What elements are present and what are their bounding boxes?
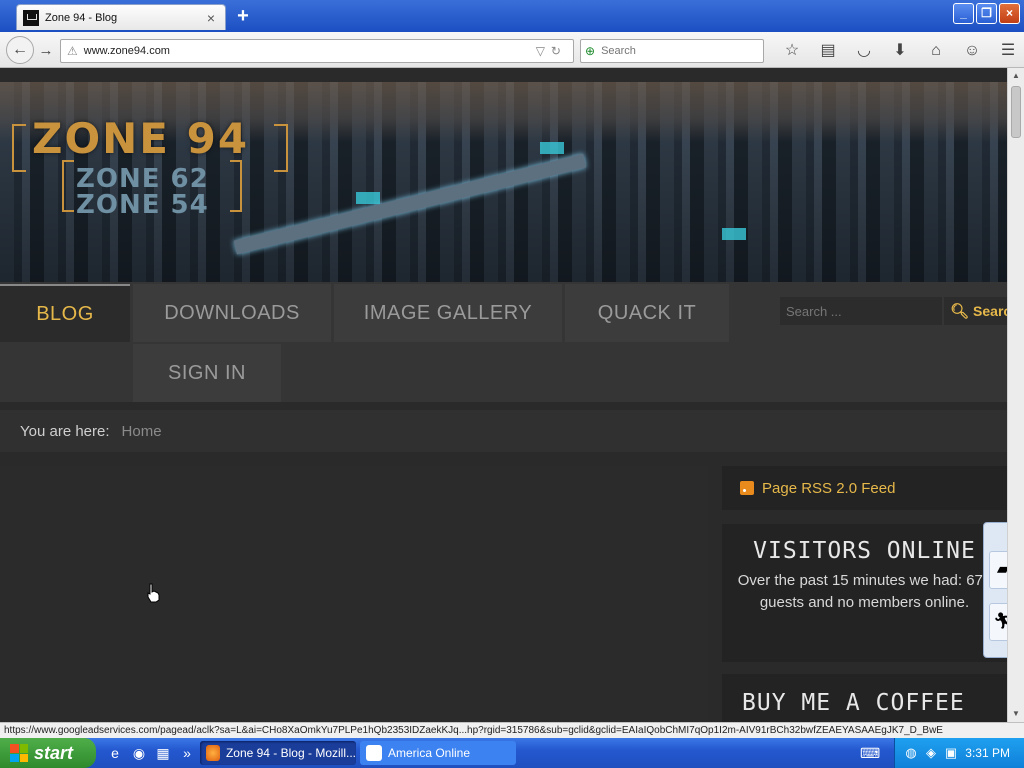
close-window-button[interactable]: × xyxy=(999,3,1020,24)
back-button[interactable]: ← xyxy=(6,36,34,64)
logo-bracket xyxy=(274,124,288,172)
visitors-title: VISITORS ONLINE xyxy=(753,538,976,564)
task-label: America Online xyxy=(388,746,471,760)
task-firefox[interactable]: Zone 94 - Blog - Mozill... xyxy=(200,741,356,765)
hand-cursor-icon xyxy=(147,583,160,603)
main-menu: BLOG DOWNLOADS IMAGE GALLERY QUACK IT SI… xyxy=(0,282,1007,402)
visitors-text: Over the past 15 minutes we had: 679 gue… xyxy=(737,572,992,611)
quick-launch: e ◉ ▦ » xyxy=(106,744,196,762)
scroll-up-arrow-icon[interactable]: ▲ xyxy=(1008,68,1024,84)
clock: 3:31 PM xyxy=(965,746,1010,760)
windows-taskbar: start e ◉ ▦ » Zone 94 - Blog - Mozill...… xyxy=(0,738,1024,768)
network-icon[interactable]: ◍ xyxy=(903,745,919,761)
logo-bracket xyxy=(62,160,74,212)
status-bar-url: https://www.googleadservices.com/pagead/… xyxy=(0,722,1024,738)
scroll-down-arrow-icon[interactable]: ▼ xyxy=(1008,706,1024,722)
browser-tab[interactable]: Zone 94 - Blog × xyxy=(16,4,226,30)
menu-item-downloads[interactable]: DOWNLOADS xyxy=(133,284,331,342)
new-tab-button[interactable]: + xyxy=(232,6,254,28)
tab-close-icon[interactable]: × xyxy=(203,10,219,26)
security-icon[interactable]: ◈ xyxy=(923,745,939,761)
site-search-button[interactable]: 🔍︎ Search xyxy=(944,297,1007,325)
pocket-icon[interactable]: ◡ xyxy=(846,40,882,62)
chat-icon[interactable]: ☺ xyxy=(954,40,990,62)
windows-flag-icon xyxy=(10,744,28,762)
download-icon[interactable]: ⬇ xyxy=(882,40,918,62)
navigation-toolbar: ← → ⚠ www.zone94.com ▽↻ ⊕ ☆ ▤ ◡ ⬇ ⌂ ☺ ☰ xyxy=(0,32,1024,68)
banner-light xyxy=(722,228,746,240)
minimize-button[interactable]: _ xyxy=(953,3,974,24)
site-banner: ZONE 94 ZONE 62 ZONE 54 xyxy=(0,82,1007,282)
site-search-button-label: Search xyxy=(973,303,1007,319)
logo-bracket xyxy=(230,160,242,212)
breadcrumb-home[interactable]: Home xyxy=(122,423,162,440)
task-label: Zone 94 - Blog - Mozill... xyxy=(225,746,356,760)
menu-hamburger-icon[interactable]: ☰ xyxy=(990,40,1024,62)
logo-sub-text: ZONE 54 xyxy=(76,190,209,220)
sidebar: Page RSS 2.0 Feed VISITORS ONLINE Over t… xyxy=(722,466,1007,722)
firefox-icon[interactable]: ◉ xyxy=(130,744,148,762)
main-content-area xyxy=(0,466,708,722)
breadcrumb: You are here: Home xyxy=(0,410,1007,452)
rss-feed-link[interactable]: Page RSS 2.0 Feed xyxy=(722,466,1007,510)
window-controls: _ ❐ × xyxy=(953,3,1020,24)
firefox-icon xyxy=(206,745,220,761)
toolbar-icons: ☆ ▤ ◡ ⬇ ⌂ ☺ ☰ xyxy=(774,40,1024,62)
start-button[interactable]: start xyxy=(0,738,96,768)
media-icon[interactable]: ▦ xyxy=(154,744,172,762)
warning-icon: ⚠ xyxy=(67,44,78,58)
site-logo[interactable]: ZONE 94 ZONE 62 ZONE 54 xyxy=(12,102,290,262)
menu-item-image-gallery[interactable]: IMAGE GALLERY xyxy=(334,284,562,342)
menu-item-quack-it[interactable]: QUACK IT xyxy=(565,284,729,342)
scrollbar-thumb[interactable] xyxy=(1011,86,1021,138)
reading-list-icon[interactable]: ▤ xyxy=(810,40,846,62)
start-label: start xyxy=(34,742,74,763)
web-page: ZONE 94 ZONE 62 ZONE 54 BLOG DOWNLOADS I… xyxy=(0,68,1007,722)
home-icon[interactable]: ⌂ xyxy=(918,40,954,62)
address-bar[interactable]: ⚠ www.zone94.com ▽↻ xyxy=(60,39,574,63)
banner-light xyxy=(356,192,380,204)
rss-icon xyxy=(740,481,754,495)
breadcrumb-label: You are here: xyxy=(20,422,110,440)
tab-title: Zone 94 - Blog xyxy=(45,11,118,24)
system-tray: ◍ ◈ ▣ 3:31 PM xyxy=(894,738,1024,768)
url-text: www.zone94.com xyxy=(83,45,170,57)
site-search-input[interactable] xyxy=(780,297,942,325)
task-aol[interactable]: America Online xyxy=(360,741,516,765)
coffee-title: BUY ME A COFFEE xyxy=(742,690,965,716)
browser-search-box[interactable]: ⊕ xyxy=(580,39,764,63)
aol-icon xyxy=(366,745,382,761)
page-scrollbar[interactable]: ▲ ▼ xyxy=(1007,68,1024,722)
keyboard-icon[interactable]: ⌨ xyxy=(860,745,880,761)
ie-icon[interactable]: e xyxy=(106,744,124,762)
search-engine-icon[interactable]: ⊕ xyxy=(585,44,595,58)
search-icon: 🔍︎ xyxy=(950,303,970,320)
forward-button[interactable]: → xyxy=(36,41,56,61)
menu-item-sign-in[interactable]: SIGN IN xyxy=(133,344,281,402)
aol-tray-icon[interactable]: ▣ xyxy=(943,745,959,761)
logo-main-text: ZONE 94 xyxy=(32,114,250,163)
menu-item-blog[interactable]: BLOG xyxy=(0,284,130,342)
logo-bracket xyxy=(12,124,26,172)
browser-search-input[interactable] xyxy=(599,44,750,58)
visitors-online-module: VISITORS ONLINE Over the past 15 minutes… xyxy=(722,524,1007,662)
banner-light xyxy=(540,142,564,154)
site-favicon-icon xyxy=(23,9,39,26)
rss-feed-label: Page RSS 2.0 Feed xyxy=(762,479,896,497)
bookmark-star-icon[interactable]: ☆ xyxy=(774,40,810,62)
restore-button[interactable]: ❐ xyxy=(976,3,997,24)
reload-icon[interactable]: ▽↻ xyxy=(536,44,567,58)
browser-titlebar: Zone 94 - Blog × + _ ❐ × xyxy=(0,0,1024,32)
buy-coffee-module: BUY ME A COFFEE xyxy=(722,674,1007,722)
quick-launch-more-icon[interactable]: » xyxy=(178,744,196,762)
